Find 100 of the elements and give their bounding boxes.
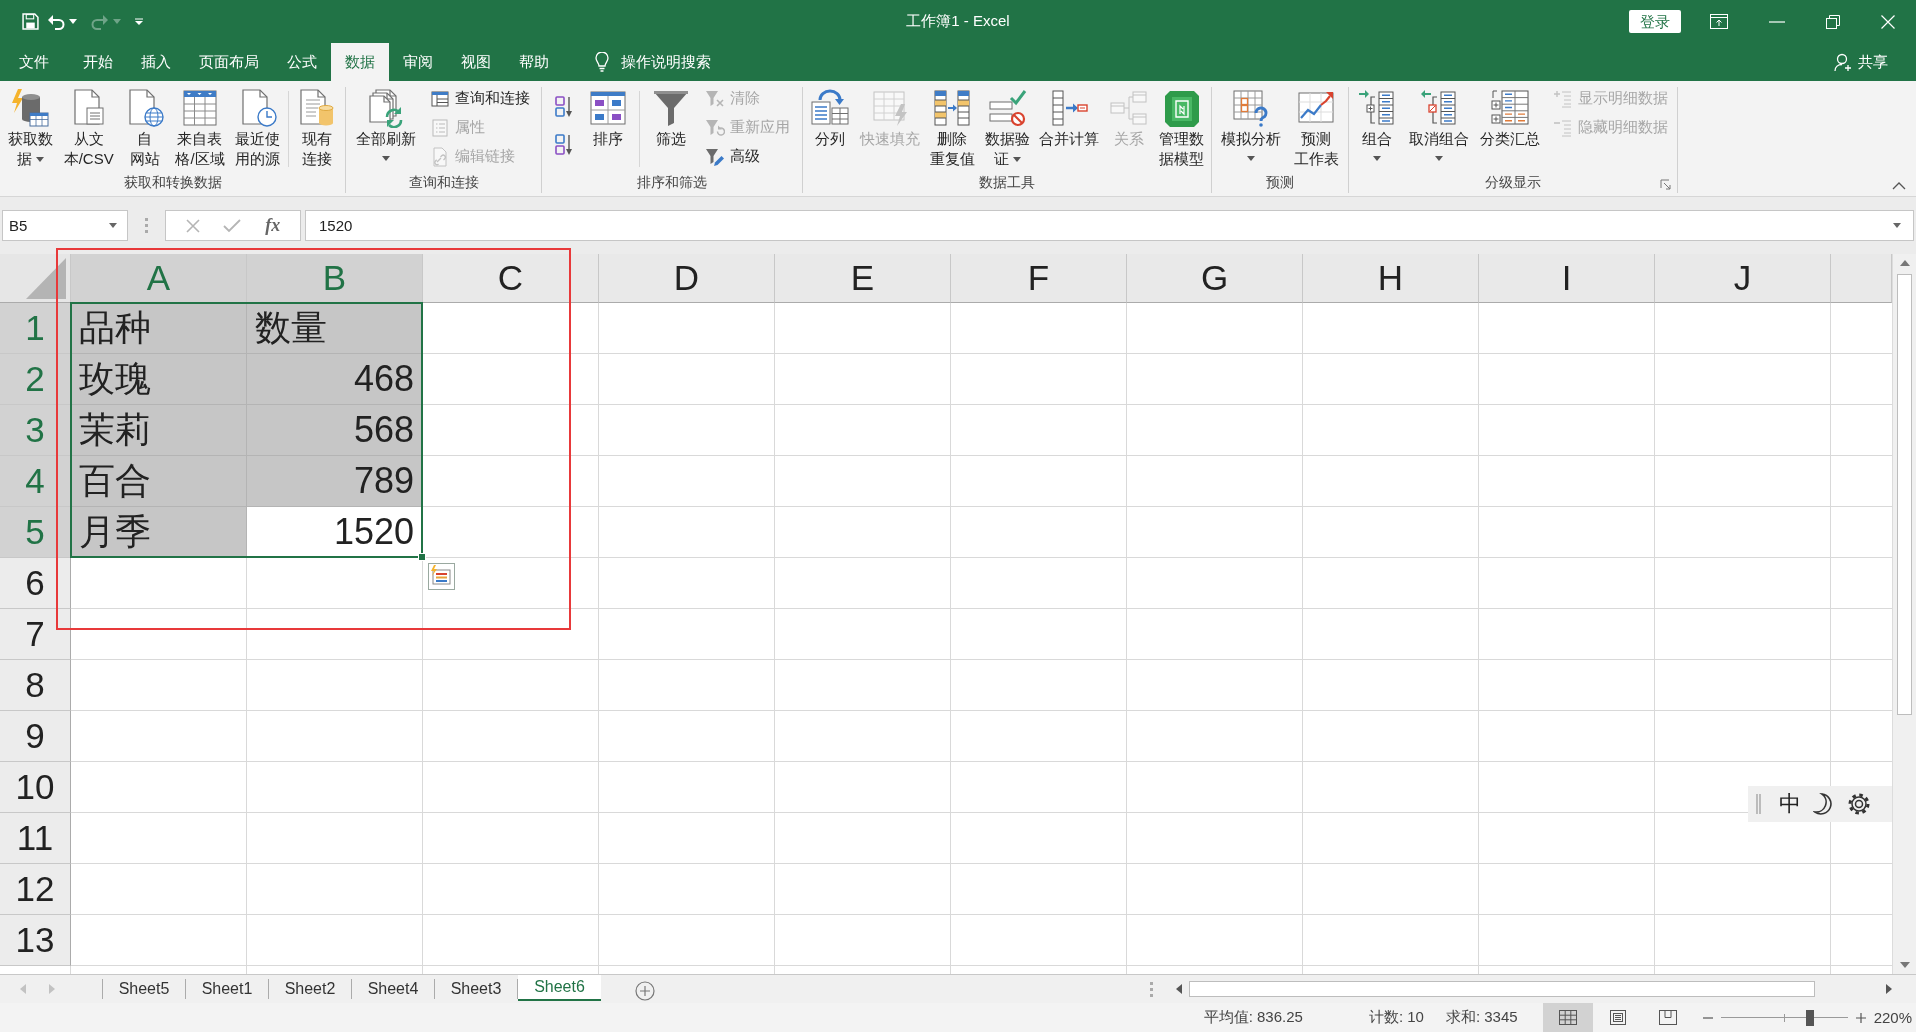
column-header[interactable]: D [599,254,775,303]
settings-icon[interactable] [1847,792,1871,816]
formula-field[interactable]: 1520 [305,210,1914,241]
ribbon-button[interactable]: 分列 [806,87,853,149]
row-header[interactable]: 8 [0,660,71,711]
sheet-tab[interactable]: Sheet2 [269,979,352,999]
customize-icon[interactable] [135,17,143,26]
ribbon-button[interactable]: 组合 [1354,87,1401,161]
ribbon-button[interactable]: 获取数据 [4,87,56,169]
view-button[interactable] [1542,1003,1593,1032]
caret-icon[interactable] [1893,223,1901,228]
row-header[interactable]: 13 [0,915,71,966]
row-header[interactable]: 1 [0,303,71,354]
ribbon-button[interactable]: 筛选 [647,87,694,149]
scroll-left-icon[interactable] [1176,984,1182,994]
column-header[interactable]: H [1303,254,1479,303]
ribbon-button[interactable]: 分类汇总 [1477,87,1544,149]
caret-icon[interactable] [1012,156,1021,162]
ribbon-tab[interactable]: 开始 [69,43,127,81]
caret-icon[interactable] [109,223,117,228]
ribbon-button[interactable]: 预测工作表 [1290,87,1342,169]
row-header[interactable]: 12 [0,864,71,915]
undo-icon[interactable] [47,13,65,30]
ribbon-button[interactable]: 删除重复值 [926,87,978,169]
ribbon-button[interactable]: 自网站 [121,87,168,169]
scroll-right-icon[interactable] [1886,984,1892,994]
insert-function-button[interactable]: fx [265,215,281,236]
column-header[interactable]: B [247,254,423,303]
column-header[interactable]: E [775,254,951,303]
grip-icon[interactable] [1756,794,1761,814]
sheet-tab[interactable]: Sheet5 [103,979,186,999]
ribbon-button[interactable]: 来自表格/区域 [172,87,228,169]
sign-in-button[interactable]: 登录 [1629,10,1681,33]
save-icon[interactable] [22,13,39,30]
sheet-tab[interactable]: Sheet1 [186,979,269,999]
input-mode-toggle[interactable]: 中 [1779,789,1801,819]
ribbon-button[interactable]: 排序 [585,87,632,149]
select-all-button[interactable] [0,254,71,303]
sort-ascending-icon[interactable] [553,95,574,119]
row-header[interactable]: 6 [0,558,71,609]
ribbon-button[interactable]: 高级 [701,142,795,171]
ribbon-tab[interactable]: 帮助 [505,43,563,81]
column-header[interactable]: G [1127,254,1303,303]
zoom-in-icon[interactable] [1855,1012,1866,1023]
caret-icon[interactable] [1373,156,1382,161]
row-header[interactable]: 5 [0,507,71,558]
restore-icon[interactable] [1826,14,1840,29]
scroll-thumb[interactable] [1897,274,1912,715]
ribbon-tab[interactable]: 视图 [447,43,505,81]
minimize-icon[interactable] [1769,20,1785,23]
fill-handle[interactable] [418,553,426,561]
sheet-tab[interactable]: Sheet4 [352,979,435,999]
sort-descending-icon[interactable] [553,133,574,157]
ribbon-tab[interactable]: 文件 [5,43,63,81]
ribbon-button[interactable]: 取消组合 [1405,87,1472,161]
row-header[interactable]: 11 [0,813,71,864]
scroll-thumb[interactable] [1189,981,1815,997]
quick-analysis-icon[interactable] [428,563,455,590]
row-header[interactable]: 9 [0,711,71,762]
zoom-level[interactable]: 220% [1873,1009,1912,1026]
grip-icon[interactable] [145,218,148,233]
row-header[interactable]: 10 [0,762,71,813]
close-icon[interactable] [1881,14,1895,29]
column-header[interactable]: I [1479,254,1655,303]
caret-icon[interactable] [35,156,44,162]
caret-icon[interactable] [382,156,390,161]
share-button[interactable]: 共享 [1834,43,1916,81]
tell-me-search[interactable]: 操作说明搜索 [595,43,711,81]
row-header[interactable]: 3 [0,405,71,456]
dialog-launcher-icon[interactable] [1660,179,1671,190]
ribbon-button[interactable]: 查询和连接 [426,84,534,113]
splitter-grip-icon[interactable] [1150,981,1153,997]
ribbon-tab[interactable]: 页面布局 [185,43,273,81]
column-header[interactable]: A [71,254,247,303]
ribbon-tab[interactable]: 审阅 [389,43,447,81]
ribbon-button[interactable]: 模拟分析 [1218,87,1285,161]
sheet-tab[interactable]: Sheet6 [518,975,601,1001]
moon-icon[interactable] [1813,792,1835,816]
ribbon-display-icon[interactable] [1710,14,1728,29]
caret-icon[interactable] [69,19,77,24]
row-header[interactable]: 7 [0,609,71,660]
ribbon-button[interactable]: 数据验证 [981,87,1033,169]
column-header[interactable]: J [1655,254,1831,303]
row-header[interactable]: 4 [0,456,71,507]
zoom-thumb[interactable] [1805,1009,1814,1026]
add-sheet-icon[interactable] [635,981,655,1001]
ribbon-tab[interactable]: 插入 [127,43,185,81]
row-header[interactable]: 2 [0,354,71,405]
ribbon-button[interactable]: 最近使用的源 [232,87,284,169]
column-header[interactable]: C [423,254,599,303]
scroll-up-icon[interactable] [1899,260,1910,266]
column-header[interactable]: F [951,254,1127,303]
ribbon-tab[interactable]: 数据 [331,43,389,81]
collapse-ribbon-icon[interactable] [1892,182,1906,190]
ribbon-button[interactable]: 合并计算 [1036,87,1103,149]
scroll-down-icon[interactable] [1899,962,1910,968]
zoom-out-icon[interactable] [1702,1016,1713,1019]
ribbon-button[interactable]: 管理数据模型 [1156,87,1208,169]
ribbon-button[interactable]: 从文本/CSV [60,87,117,169]
ribbon-button[interactable]: 现有连接 [294,87,341,169]
